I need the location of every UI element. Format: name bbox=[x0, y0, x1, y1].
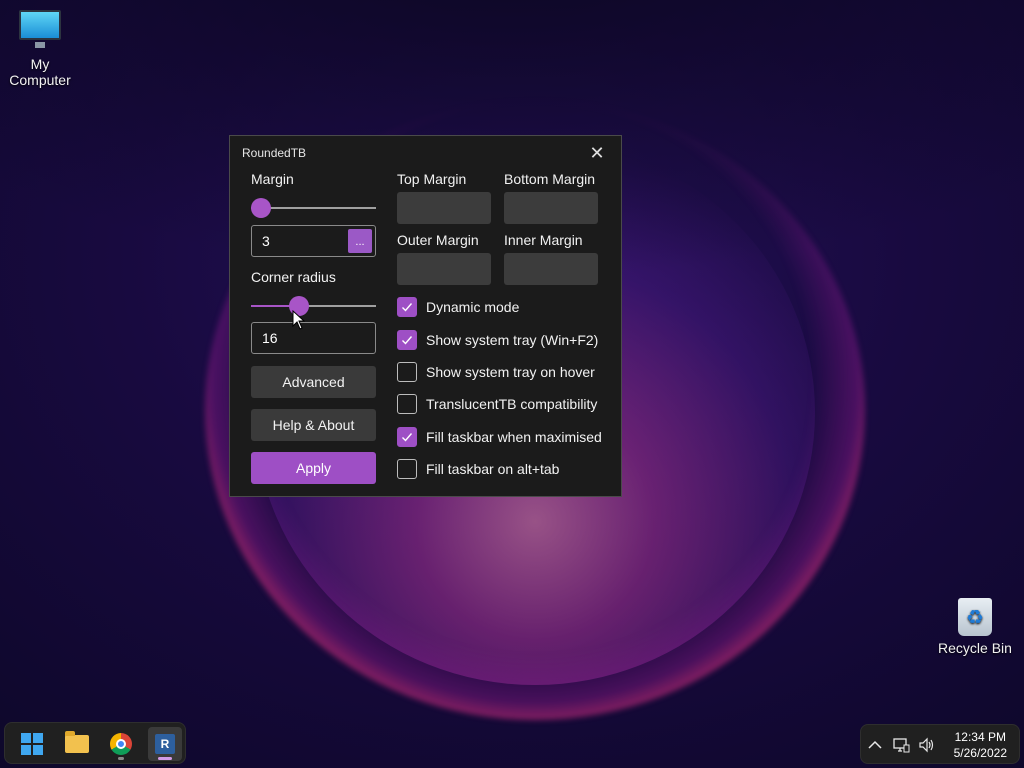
margin-input-value: 3 bbox=[262, 233, 270, 249]
option-show-system-tray[interactable]: Show system tray (Win+F2) bbox=[397, 330, 598, 350]
corner-radius-label: Corner radius bbox=[251, 269, 336, 285]
option-system-tray-on-hover[interactable]: Show system tray on hover bbox=[397, 362, 595, 382]
close-icon[interactable]: ✕ bbox=[585, 141, 609, 165]
desktop-icon-recycle-bin[interactable]: ♻ Recycle Bin bbox=[935, 598, 1015, 656]
chrome-icon bbox=[110, 733, 132, 755]
inner-margin-field[interactable] bbox=[504, 253, 598, 285]
apply-button[interactable]: Apply bbox=[251, 452, 376, 484]
mouse-cursor-icon bbox=[292, 310, 306, 330]
clock-time: 12:34 PM bbox=[954, 730, 1006, 744]
file-explorer-icon bbox=[65, 731, 89, 753]
advanced-button[interactable]: Advanced bbox=[251, 366, 376, 398]
option-fill-when-maximised[interactable]: Fill taskbar when maximised bbox=[397, 427, 602, 447]
corner-radius-input[interactable]: 16 bbox=[251, 322, 376, 354]
margin-input[interactable]: 3 ... bbox=[251, 225, 376, 257]
option-fill-on-alt-tab[interactable]: Fill taskbar on alt+tab bbox=[397, 459, 559, 479]
margin-slider-thumb[interactable] bbox=[251, 198, 271, 218]
top-margin-field[interactable] bbox=[397, 192, 491, 224]
taskbar-roundedtb[interactable]: R bbox=[148, 727, 182, 761]
roundedtb-app-icon: R bbox=[155, 734, 175, 754]
outer-margin-field[interactable] bbox=[397, 253, 491, 285]
outer-margin-label: Outer Margin bbox=[397, 232, 479, 248]
window-title: RoundedTB bbox=[242, 146, 307, 160]
top-margin-label: Top Margin bbox=[397, 171, 467, 187]
desktop-icon-label: My Computer bbox=[9, 56, 71, 88]
volume-icon[interactable] bbox=[917, 735, 937, 755]
clock-date: 5/26/2022 bbox=[953, 746, 1007, 760]
help-about-button[interactable]: Help & About bbox=[251, 409, 376, 441]
computer-icon bbox=[19, 10, 61, 48]
start-button[interactable] bbox=[15, 727, 49, 761]
windows-start-icon bbox=[21, 733, 43, 755]
taskbar-file-explorer[interactable] bbox=[60, 727, 94, 761]
system-tray: 12:34 PM 5/26/2022 bbox=[860, 724, 1020, 764]
option-label: TranslucentTB compatibility bbox=[426, 396, 598, 412]
checkbox[interactable] bbox=[397, 362, 417, 382]
option-label: Fill taskbar when maximised bbox=[426, 429, 602, 445]
margin-label: Margin bbox=[251, 171, 294, 187]
bottom-margin-field[interactable] bbox=[504, 192, 598, 224]
margin-more-button[interactable]: ... bbox=[348, 229, 372, 253]
corner-radius-input-value: 16 bbox=[262, 330, 278, 346]
option-translucenttb-compat[interactable]: TranslucentTB compatibility bbox=[397, 394, 597, 414]
option-label: Fill taskbar on alt+tab bbox=[426, 461, 560, 477]
desktop-icon-label: Recycle Bin bbox=[938, 640, 1012, 656]
checkbox[interactable] bbox=[397, 427, 417, 447]
checkbox[interactable] bbox=[397, 297, 417, 317]
network-icon[interactable] bbox=[891, 735, 911, 755]
taskbar: R bbox=[4, 722, 186, 764]
option-label: Dynamic mode bbox=[426, 299, 520, 315]
margin-slider[interactable] bbox=[251, 198, 376, 218]
checkbox[interactable] bbox=[397, 459, 417, 479]
corner-radius-slider[interactable] bbox=[251, 296, 376, 316]
option-label: Show system tray on hover bbox=[426, 364, 595, 380]
checkbox[interactable] bbox=[397, 330, 417, 350]
option-label: Show system tray (Win+F2) bbox=[426, 332, 599, 348]
desktop-icon-my-computer[interactable]: My Computer bbox=[0, 10, 80, 88]
bottom-margin-label: Bottom Margin bbox=[504, 171, 596, 187]
taskbar-chrome[interactable] bbox=[104, 727, 138, 761]
clock[interactable]: 12:34 PM 5/26/2022 bbox=[954, 729, 1007, 761]
recycle-bin-icon: ♻ bbox=[958, 598, 992, 636]
checkbox[interactable] bbox=[397, 394, 417, 414]
roundedtb-window: RoundedTB ✕ Margin 3 ... Corner radius 1… bbox=[229, 135, 622, 497]
inner-margin-label: Inner Margin bbox=[504, 232, 583, 248]
chevron-up-icon[interactable] bbox=[865, 735, 885, 755]
option-dynamic-mode[interactable]: Dynamic mode bbox=[397, 297, 519, 317]
